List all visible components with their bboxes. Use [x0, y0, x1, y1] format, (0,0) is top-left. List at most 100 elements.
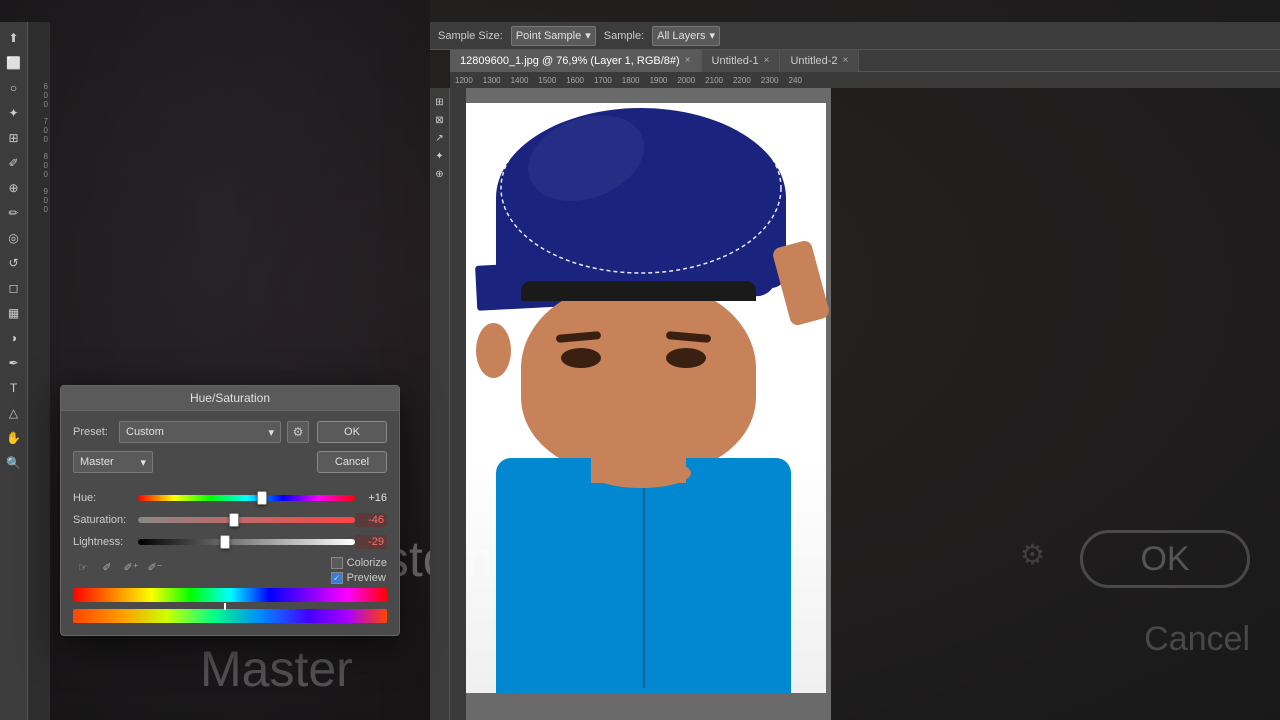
tool-select[interactable]: ⬜ [2, 51, 26, 75]
color-bars [73, 588, 387, 623]
eyedropper-minus-icon[interactable]: ✐⁻ [145, 558, 165, 578]
color-bar-spacer [73, 604, 387, 609]
channel-select[interactable]: Master ▾ [73, 451, 153, 473]
tool-3[interactable]: ↗ [432, 130, 448, 146]
lightness-label: Lightness: [73, 536, 138, 548]
eyebrow-left [556, 331, 602, 343]
cancel-button[interactable]: Cancel [317, 451, 387, 473]
tab-close-1[interactable]: × [764, 55, 770, 66]
lightness-thumb[interactable] [220, 535, 230, 549]
options-bar: Sample Size: Point Sample ▾ Sample: All … [430, 22, 1280, 50]
sample-size-label: Sample Size: [438, 30, 503, 42]
ruler-mark-1400: 1400 [511, 76, 529, 85]
ruler-mark-2200: 2200 [733, 76, 751, 85]
tool-clone[interactable]: ◎ [2, 226, 26, 250]
tool-hand[interactable]: ✋ [2, 426, 26, 450]
numbers-column: 600 700 800 900 [28, 22, 50, 720]
lightness-track-container[interactable] [138, 535, 355, 549]
saturation-value: -46 [355, 513, 387, 527]
sample-size-select[interactable]: Point Sample ▾ [511, 26, 596, 46]
tool-eyedropper[interactable]: ✐ [2, 151, 26, 175]
preview-checkbox[interactable]: ✓ [331, 572, 343, 584]
colorize-label: Colorize [347, 557, 387, 569]
tab-untitled1[interactable]: Untitled-1 × [702, 50, 781, 72]
ruler-left [450, 88, 466, 720]
eye-left [561, 348, 601, 368]
tool-history[interactable]: ↺ [2, 251, 26, 275]
tool-eraser[interactable]: ◻ [2, 276, 26, 300]
hue-track-container[interactable] [138, 491, 355, 505]
saturation-label: Saturation: [73, 514, 138, 526]
saturation-thumb[interactable] [229, 513, 239, 527]
preset-gear-button[interactable]: ⚙ [287, 421, 309, 443]
tool-gradient[interactable]: ▦ [2, 301, 26, 325]
ok-button[interactable]: OK [317, 421, 387, 443]
eyebrow-right [666, 331, 712, 343]
preview-row: ✓ Preview [331, 572, 387, 584]
tool-crop[interactable]: ⊞ [2, 126, 26, 150]
tool-text[interactable]: T [2, 376, 26, 400]
ruler-top: 1200 1300 1400 1500 1600 1700 1800 1900 … [450, 72, 1280, 88]
tool-2[interactable]: ⊠ [432, 112, 448, 128]
hair [521, 281, 756, 301]
ruler-mark-2300: 2300 [761, 76, 779, 85]
color-bar-modified [73, 609, 387, 623]
finger-tool-icon[interactable]: ☞ [73, 558, 93, 578]
tool-brush[interactable]: ✏ [2, 201, 26, 225]
left-toolbar: ⬆ ⬜ ○ ✦ ⊞ ✐ ⊕ ✏ ◎ ↺ ◻ ▦ ◑ ✒ T △ ✋ 🔍 [0, 22, 28, 720]
ruler-mark-1200: 1200 [455, 76, 473, 85]
ruler-mark-2000: 2000 [677, 76, 695, 85]
preset-select[interactable]: Custom ▾ [119, 421, 281, 443]
tab-active[interactable]: 12809600_1.jpg @ 76,9% (Layer 1, RGB/8#)… [450, 50, 702, 72]
tool-dodge[interactable]: ◑ [2, 326, 26, 350]
tool-zoom[interactable]: 🔍 [2, 451, 26, 475]
tab-untitled2[interactable]: Untitled-2 × [780, 50, 859, 72]
tool-wand[interactable]: ✦ [2, 101, 26, 125]
saturation-track-container[interactable] [138, 513, 355, 527]
eyedropper-plus-icon[interactable]: ✐⁺ [121, 558, 141, 578]
ruler-mark-1700: 1700 [594, 76, 612, 85]
tool-pen[interactable]: ✒ [2, 351, 26, 375]
lightness-slider-row: Lightness: -29 [73, 535, 387, 549]
ruler-mark-1600: 1600 [566, 76, 584, 85]
saturation-track [138, 517, 355, 523]
lightness-track [138, 539, 355, 545]
colorize-checkbox[interactable] [331, 557, 343, 569]
dialog-titlebar[interactable]: Hue/Saturation [61, 386, 399, 411]
channel-row: Master ▾ [73, 451, 309, 473]
ear [476, 323, 511, 378]
preset-dropdown-arrow: ▾ [268, 426, 274, 439]
shirt [496, 458, 791, 693]
bg-cancel-button: Cancel [1144, 620, 1250, 659]
eyedropper-icon[interactable]: ✐ [97, 558, 117, 578]
ruler-mark-1800: 1800 [622, 76, 640, 85]
gear-icon: ⚙ [293, 425, 304, 439]
ruler-mark-2400: 240 [789, 76, 802, 85]
tool-heal[interactable]: ⊕ [2, 176, 26, 200]
sample-select[interactable]: All Layers ▾ [652, 26, 720, 46]
tab-close-0[interactable]: × [685, 55, 691, 66]
zipper [643, 488, 645, 688]
hue-track [138, 495, 355, 501]
saturation-slider-row: Saturation: -46 [73, 513, 387, 527]
hue-thumb[interactable] [257, 491, 267, 505]
ruler-mark-1500: 1500 [538, 76, 556, 85]
eye-right [666, 348, 706, 368]
tabs-bar: 12809600_1.jpg @ 76,9% (Layer 1, RGB/8#)… [450, 50, 1280, 72]
neck [591, 443, 686, 483]
preset-label: Preset: [73, 426, 113, 438]
tool-move[interactable]: ⬆ [2, 26, 26, 50]
tool-5[interactable]: ⊕ [432, 166, 448, 182]
tool-lasso[interactable]: ○ [2, 76, 26, 100]
tool-4[interactable]: ✦ [432, 148, 448, 164]
preset-value: Custom [126, 426, 164, 438]
tool-shape[interactable]: △ [2, 401, 26, 425]
color-bar-marker [224, 603, 226, 610]
dialog-bottom-tools: ☞ ✐ ✐⁺ ✐⁻ [73, 558, 165, 578]
dialog-title: Hue/Saturation [190, 391, 270, 405]
ruler-mark-1900: 1900 [650, 76, 668, 85]
sample-label: Sample: [604, 30, 644, 42]
tool-1[interactable]: ⊞ [432, 94, 448, 110]
dialog-body: Preset: Custom ▾ ⚙ Master ▾ [61, 411, 399, 635]
tab-close-2[interactable]: × [843, 55, 849, 66]
